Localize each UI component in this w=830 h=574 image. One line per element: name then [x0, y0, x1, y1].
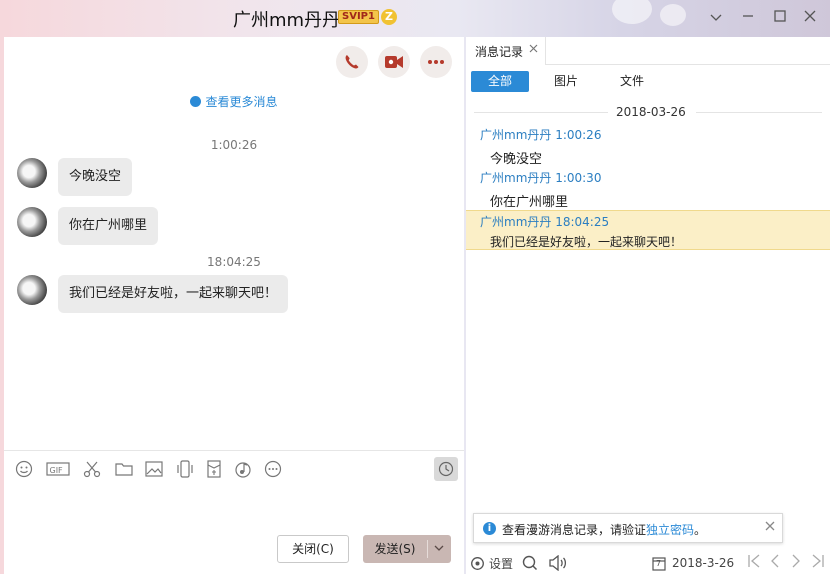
more-icon — [428, 60, 444, 64]
minimize-button[interactable] — [737, 6, 759, 28]
video-icon — [385, 56, 403, 68]
speaker-icon[interactable] — [548, 554, 568, 572]
settings-button[interactable]: 设置 — [470, 554, 513, 572]
filter-images[interactable]: 图片 — [537, 71, 595, 92]
password-link[interactable]: 独立密码 — [646, 523, 694, 537]
history-message: 我们已经是好友啦，一起来聊天吧！ — [490, 235, 683, 249]
phone-icon — [345, 55, 359, 69]
notice-prefix: 查看漫游消息记录，请验证 — [502, 523, 647, 537]
roaming-notice: i 查看漫游消息记录，请验证独立密码。 — [473, 513, 783, 543]
notice-suffix: 。 — [694, 523, 707, 537]
svg-text:GIF: GIF — [50, 466, 64, 475]
gif-icon[interactable]: GIF — [46, 459, 70, 479]
next-page-icon[interactable] — [791, 553, 801, 573]
red-packet-icon[interactable] — [204, 459, 224, 479]
history-tab-bar: 消息记录 — [466, 37, 830, 65]
message-history-button[interactable] — [434, 457, 458, 481]
calendar-button[interactable]: 7 2018-3-26 — [652, 554, 734, 572]
scissors-icon[interactable] — [82, 459, 102, 479]
date-label: 2018-03-26 — [616, 105, 686, 119]
message-bubble[interactable]: 今晚没空 — [58, 158, 133, 196]
clock-icon — [438, 461, 454, 477]
history-sender: 广州mm丹丹 1:00:30 — [480, 171, 602, 185]
date-separator: 2018-03-26 — [466, 105, 830, 119]
history-message[interactable]: 你在广州哪里 — [490, 191, 568, 210]
notice-text: 查看漫游消息记录，请验证独立密码。 — [502, 521, 706, 538]
highlighted-history-entry[interactable]: 广州mm丹丹 18:04:25 我们已经是好友啦，一起来聊天吧！ — [466, 210, 830, 250]
tab-message-history[interactable]: 消息记录 — [466, 37, 546, 65]
shake-icon[interactable] — [175, 459, 195, 479]
divider — [474, 112, 608, 113]
voice-call-button[interactable] — [336, 46, 368, 78]
filter-files[interactable]: 文件 — [603, 71, 661, 92]
calendar-day: 7 — [656, 559, 662, 568]
last-page-icon[interactable] — [811, 553, 825, 573]
more-icon[interactable] — [263, 459, 283, 479]
info-icon: i — [483, 522, 496, 535]
load-more-link[interactable]: 查看更多消息 — [4, 93, 464, 110]
first-page-icon[interactable] — [747, 553, 761, 573]
message-bubble[interactable]: 你在广州哪里 — [58, 207, 159, 245]
contact-name[interactable]: 广州mm丹丹 — [233, 6, 340, 32]
search-icon[interactable] — [522, 554, 538, 572]
close-button[interactable]: 关闭(C) — [277, 535, 349, 563]
avatar[interactable] — [17, 158, 47, 188]
tab-label: 消息记录 — [475, 45, 524, 59]
filter-all[interactable]: 全部 — [471, 71, 529, 92]
close-tab-icon[interactable] — [529, 42, 538, 57]
emoji-icon[interactable] — [14, 459, 34, 479]
background-decoration — [660, 4, 686, 26]
image-icon[interactable] — [144, 459, 164, 479]
history-message[interactable]: 今晚没空 — [490, 148, 542, 167]
title-bar: 广州mm丹丹 SVIP1 Z — [0, 0, 830, 36]
z-badge-icon[interactable]: Z — [381, 9, 397, 25]
gear-icon — [471, 556, 484, 570]
input-toolbar: GIF — [4, 450, 464, 486]
load-more-label: 查看更多消息 — [205, 95, 278, 109]
avatar[interactable] — [17, 207, 47, 237]
send-options-chevron-down-icon[interactable] — [427, 535, 451, 563]
history-bottom-bar: 设置 7 2018-3-26 — [466, 551, 830, 574]
close-window-button[interactable] — [799, 6, 821, 28]
message-bubble[interactable]: 我们已经是好友啦，一起来聊天吧！ — [58, 275, 289, 313]
send-button-group: 发送(S) — [363, 535, 451, 563]
current-date: 2018-3-26 — [672, 556, 735, 570]
history-panel: 消息记录 全部 图片 文件 2018-03-26 广州mm丹丹 1:00:26 … — [466, 37, 830, 574]
send-button[interactable]: 发送(S) — [363, 535, 427, 563]
more-options-button[interactable] — [420, 46, 452, 78]
settings-label: 设置 — [489, 556, 514, 571]
avatar[interactable] — [17, 275, 47, 305]
timestamp: 1:00:26 — [210, 138, 258, 152]
maximize-button[interactable] — [769, 6, 791, 28]
video-call-button[interactable] — [378, 46, 410, 78]
chat-panel: 查看更多消息 1:00:26 今晚没空 你在广州哪里 18:04:25 我们已经… — [4, 37, 464, 574]
music-icon[interactable] — [233, 459, 253, 479]
background-decoration — [612, 0, 652, 24]
previous-page-icon[interactable] — [770, 553, 780, 573]
svip-badge[interactable]: SVIP1 — [338, 10, 379, 24]
clock-icon — [190, 96, 202, 107]
divider — [696, 112, 822, 113]
folder-icon[interactable] — [114, 459, 134, 479]
history-sender: 广州mm丹丹 1:00:26 — [480, 128, 602, 142]
close-notice-icon[interactable] — [765, 519, 775, 535]
history-sender: 广州mm丹丹 18:04:25 — [480, 215, 610, 229]
dropdown-button[interactable] — [705, 6, 727, 28]
timestamp: 18:04:25 — [207, 255, 261, 269]
